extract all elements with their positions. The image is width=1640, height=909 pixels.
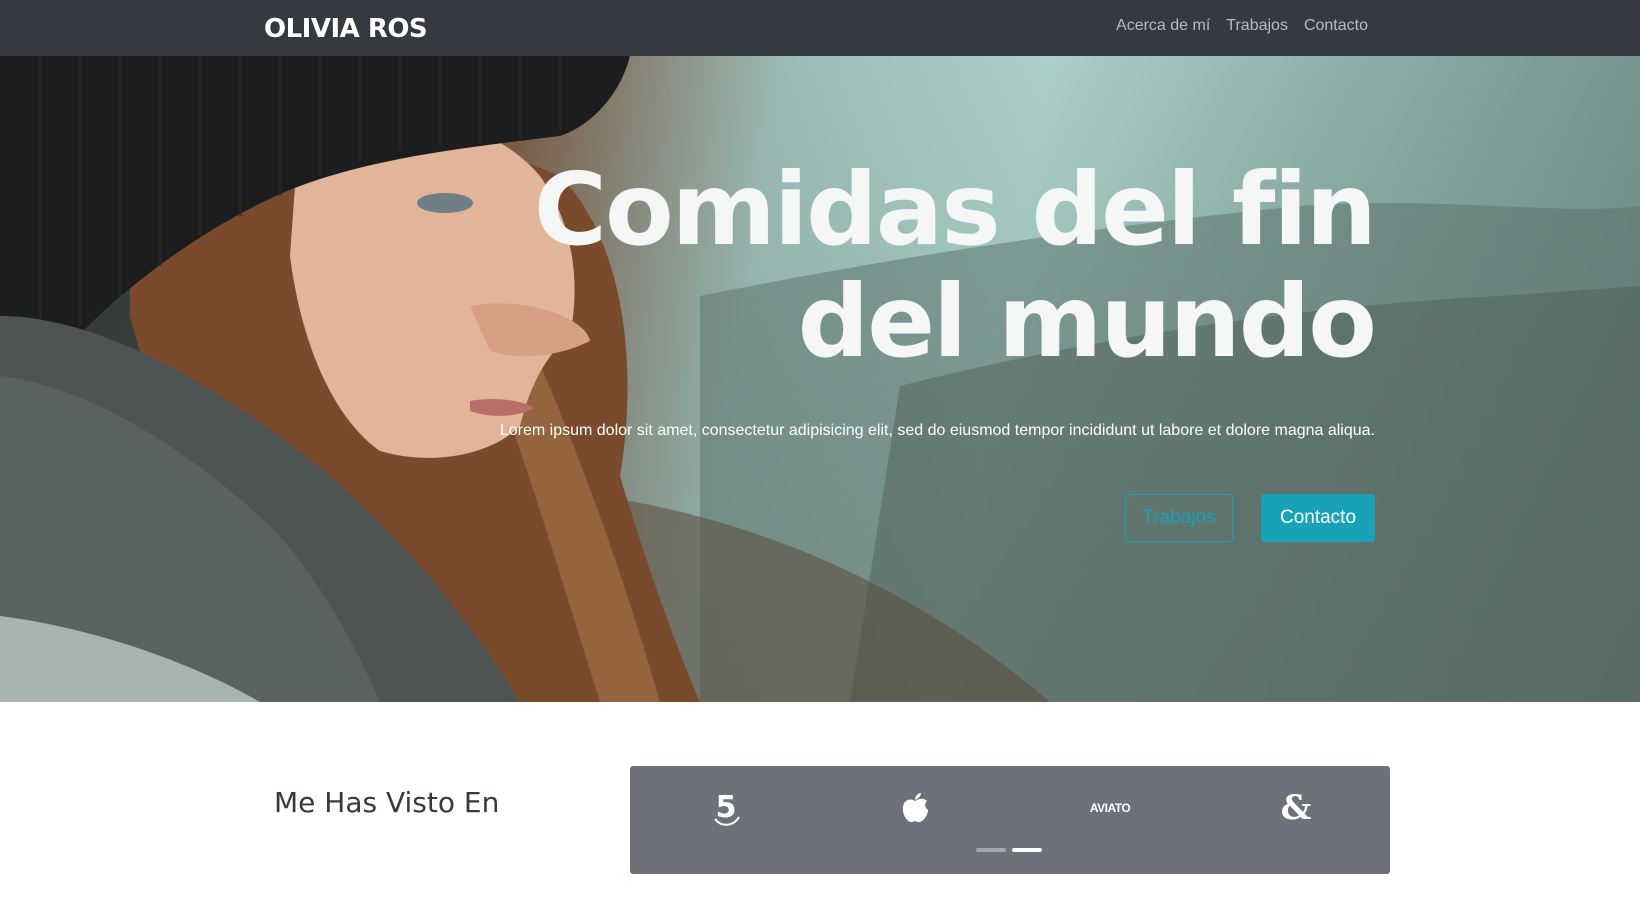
svg-text:5: 5 bbox=[716, 790, 737, 825]
hero-section: Comidas del fin del mundo Lorem ipsum do… bbox=[0, 56, 1640, 702]
navbar: OLIVIA ROS Acerca de mí Trabajos Contact… bbox=[0, 0, 1640, 56]
aviato-logo: AVIATO bbox=[1075, 788, 1145, 828]
seen-in-title: Me Has Visto En bbox=[274, 786, 500, 819]
nav-link-about[interactable]: Acerca de mí bbox=[1116, 17, 1210, 35]
carousel-indicator-1[interactable] bbox=[976, 848, 1006, 852]
apple-icon bbox=[885, 788, 945, 828]
five-icon: 5 bbox=[696, 788, 756, 828]
works-button[interactable]: Trabajos bbox=[1125, 494, 1233, 542]
hero-title: Comidas del fin del mundo bbox=[533, 151, 1377, 380]
nav-link-contact[interactable]: Contacto bbox=[1304, 17, 1368, 35]
nav-link-works[interactable]: Trabajos bbox=[1226, 17, 1288, 35]
nav-links: Acerca de mí Trabajos Contacto bbox=[1116, 17, 1368, 35]
brand-logo[interactable]: OLIVIA ROS bbox=[264, 14, 428, 44]
contact-button[interactable]: Contacto bbox=[1261, 494, 1375, 542]
ampersand-icon: & bbox=[1280, 788, 1312, 828]
carousel-indicator-2[interactable] bbox=[1012, 848, 1042, 852]
logo-carousel: 5 AVIATO & bbox=[630, 766, 1390, 874]
aviato-logo-text: AVIATO bbox=[1089, 801, 1131, 815]
hero-subtitle: Lorem ipsum dolor sit amet, consectetur … bbox=[499, 422, 1375, 439]
